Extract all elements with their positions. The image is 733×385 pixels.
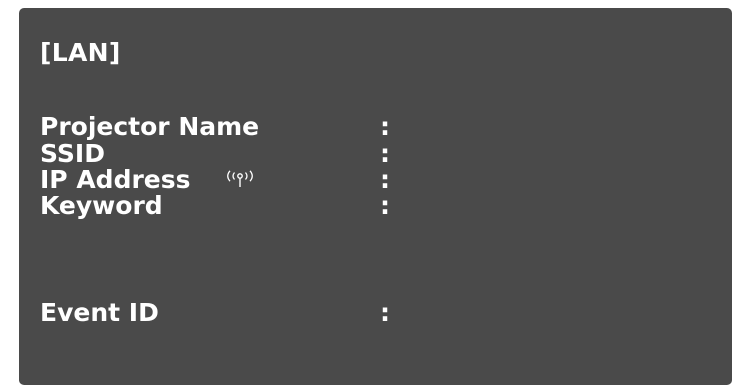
info-row-ip-address: IP Address : [40, 167, 720, 193]
info-row-ssid: SSID : [40, 141, 720, 167]
ssid-label: SSID [40, 139, 105, 168]
ip-address-separator: : [380, 165, 390, 194]
info-row-event-id: Event ID : [40, 300, 720, 326]
screen-title: [LAN] [40, 38, 121, 67]
info-row-projector-name: Projector Name : [40, 114, 720, 140]
ssid-separator: : [380, 139, 390, 168]
projector-name-separator: : [380, 112, 390, 141]
info-row-keyword: Keyword : [40, 193, 720, 219]
lan-info-screen: [LAN] Projector Name : SSID : IP Address… [19, 8, 732, 385]
wireless-signal-icon [227, 170, 253, 187]
event-id-label: Event ID [40, 298, 159, 327]
keyword-separator: : [380, 191, 390, 220]
keyword-label: Keyword [40, 191, 163, 220]
event-id-separator: : [380, 298, 390, 327]
ip-address-label: IP Address [40, 165, 191, 194]
projector-name-label: Projector Name [40, 112, 260, 141]
